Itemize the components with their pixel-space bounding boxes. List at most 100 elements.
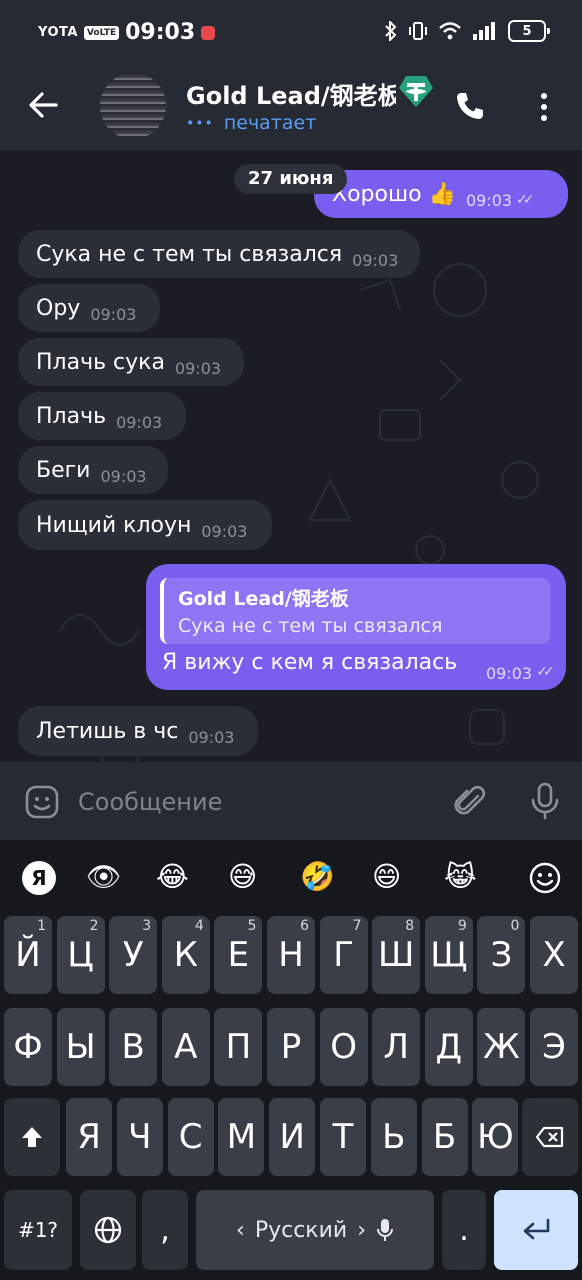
message-text: Беги (36, 457, 91, 483)
letter-key[interactable]: А (161, 1008, 210, 1086)
key-label: И (279, 1117, 305, 1157)
letter-key[interactable]: Ф (4, 1008, 52, 1086)
message-text: Нищий клоун (36, 512, 192, 538)
message-bubble-incoming[interactable]: Летишь в чс 09:03 (18, 706, 258, 756)
wifi-icon (439, 22, 461, 40)
backspace-icon (535, 1126, 564, 1148)
letter-key[interactable]: С (167, 1098, 214, 1176)
letter-key[interactable]: Й1 (4, 916, 52, 994)
key-number-hint: 2 (89, 918, 99, 934)
key-label: Ж (483, 1027, 520, 1067)
message-bubble-incoming[interactable]: Плачь сука 09:03 (18, 338, 244, 386)
letter-key[interactable]: Щ9 (424, 916, 473, 994)
key-label: Ф (13, 1027, 43, 1067)
letter-key[interactable]: К4 (161, 916, 210, 994)
signal-icon (473, 22, 495, 40)
message-time: 09:03 (352, 250, 399, 270)
avatar[interactable] (100, 73, 166, 139)
comma-key[interactable]: , (142, 1190, 188, 1270)
letter-key[interactable]: О (319, 1008, 368, 1086)
key-label: В (121, 1027, 145, 1067)
letter-key[interactable]: Л (372, 1008, 421, 1086)
letter-key[interactable]: И (269, 1098, 316, 1176)
shift-key[interactable] (4, 1098, 60, 1176)
enter-key[interactable] (494, 1190, 578, 1270)
reply-quote[interactable]: Gold Lead/钢老板 Сука не с тем ты связался (160, 578, 550, 644)
letter-key[interactable]: Ч (116, 1098, 163, 1176)
message-bubble-incoming[interactable]: Ору 09:03 (18, 284, 160, 332)
letter-key[interactable]: П (214, 1008, 263, 1086)
message-bubble-outgoing[interactable]: Хорошо 👍 09:03 ✓✓ (314, 170, 568, 218)
typing-status: ••• печатает (186, 112, 317, 134)
phone-icon[interactable] (454, 90, 486, 122)
letter-key[interactable]: Э (530, 1008, 578, 1086)
emoji-suggestion[interactable]: 😹 (444, 860, 477, 894)
emoji-panel-icon[interactable] (528, 861, 562, 895)
letter-key[interactable]: Б (421, 1098, 468, 1176)
key-label: Э (542, 1027, 566, 1067)
key-label: П (225, 1027, 252, 1067)
key-label: К (173, 935, 198, 975)
attach-icon[interactable] (454, 784, 488, 820)
message-bubble-incoming[interactable]: Плачь 09:03 (18, 392, 186, 440)
language-globe-key[interactable] (80, 1190, 136, 1270)
back-arrow-icon[interactable] (26, 88, 60, 122)
message-time: 09:03 (486, 664, 533, 683)
letter-key[interactable]: Н6 (267, 916, 315, 994)
letter-key[interactable]: В (109, 1008, 158, 1086)
emoji-suggestion[interactable]: 😄 (372, 860, 401, 894)
emoji-suggestion[interactable]: 😅 (228, 860, 257, 894)
letter-key[interactable]: Г7 (319, 916, 368, 994)
message-time: 09:03 (188, 727, 235, 747)
letter-key[interactable]: Д (424, 1008, 473, 1086)
emoji-suggestion[interactable]: 😂 (156, 860, 189, 894)
vibrate-icon (409, 22, 427, 40)
sticker-emoji-icon[interactable] (24, 784, 60, 820)
letter-key[interactable]: З0 (477, 916, 526, 994)
letter-key[interactable]: Я (66, 1098, 112, 1176)
message-bubble-outgoing-reply[interactable]: Gold Lead/钢老板 Сука не с тем ты связался … (146, 564, 566, 690)
key-label: А (174, 1027, 198, 1067)
letter-key[interactable]: Х (530, 916, 578, 994)
message-time: 09:03 (174, 358, 222, 378)
key-number-hint: 0 (510, 918, 520, 934)
letter-key[interactable]: Ю (472, 1098, 519, 1176)
letter-key[interactable]: Т (320, 1098, 366, 1176)
period-key[interactable]: . (442, 1190, 486, 1270)
key-label: Х (542, 935, 566, 975)
chat-title[interactable]: Gold Lead/钢老板 (186, 76, 396, 111)
symbols-key[interactable]: #1? (4, 1190, 72, 1270)
letter-key[interactable]: Е5 (214, 916, 263, 994)
letter-key[interactable]: Р (267, 1008, 315, 1086)
emoji-suggestion[interactable]: 🤣 (300, 860, 335, 894)
backspace-key[interactable] (522, 1098, 578, 1176)
yandex-logo-button[interactable]: Я (22, 861, 56, 895)
message-text: Сука не с тем ты связался (36, 241, 343, 267)
key-label: Ц (67, 935, 94, 975)
letter-key[interactable]: Ы (56, 1008, 105, 1086)
carrier-name: YOTA (38, 25, 78, 40)
message-time: 09:03 (116, 412, 163, 432)
message-input[interactable] (78, 782, 438, 822)
more-vert-icon[interactable] (532, 90, 556, 124)
key-label: Я (77, 1117, 101, 1157)
key-number-hint: 4 (194, 918, 204, 934)
letter-key[interactable]: Ж (477, 1008, 526, 1086)
globe-icon (94, 1216, 122, 1244)
message-time: 09:03 (465, 190, 513, 210)
letter-key[interactable]: Ц2 (56, 916, 105, 994)
bluetooth-icon (385, 21, 397, 41)
message-bubble-incoming[interactable]: Беги 09:03 (18, 446, 168, 494)
letter-key[interactable]: М (218, 1098, 265, 1176)
key-label: Ы (65, 1027, 96, 1067)
letter-key[interactable]: Ь (370, 1098, 417, 1176)
letter-key[interactable]: У3 (109, 916, 158, 994)
space-bar[interactable]: ‹ Русский › (196, 1190, 434, 1270)
message-list[interactable]: Хорошо 👍 09:03 ✓✓ 27 июня Сука не с тем … (0, 150, 582, 762)
message-bubble-incoming[interactable]: Сука не с тем ты связался 09:03 (18, 230, 420, 278)
microphone-icon[interactable] (530, 782, 560, 820)
letter-key[interactable]: Ш8 (372, 916, 421, 994)
message-bubble-incoming[interactable]: Нищий клоун 09:03 (18, 500, 272, 550)
key-label: Р (280, 1027, 302, 1067)
emoji-suggestion[interactable]: 👁 (86, 860, 122, 894)
